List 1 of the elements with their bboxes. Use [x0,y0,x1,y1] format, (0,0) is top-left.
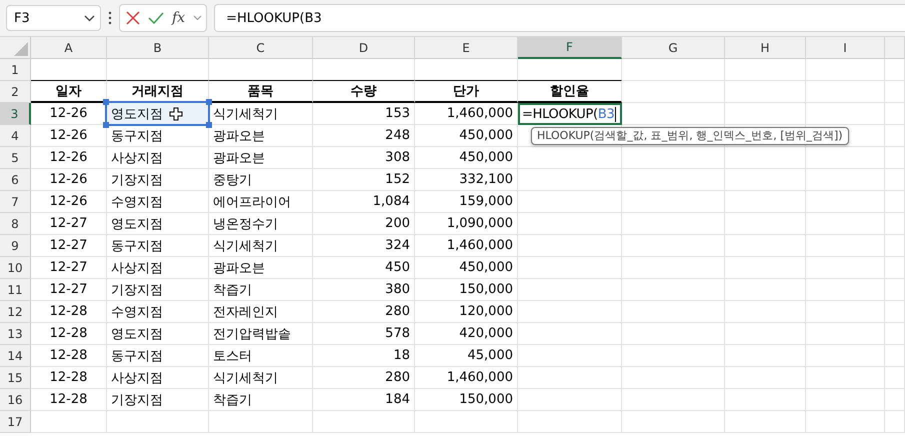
function-tooltip: HLOOKUP(검색할_값, 표_범위, 행_인덱스_번호, [범위_검색]) [531,127,849,145]
